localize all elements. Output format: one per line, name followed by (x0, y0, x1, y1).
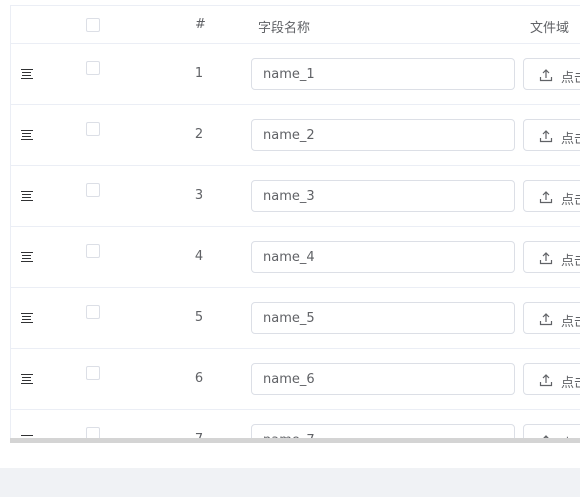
upload-button-label: 点击上传 (561, 376, 580, 391)
row-checkbox[interactable] (86, 183, 100, 197)
row-checkbox[interactable] (86, 244, 100, 258)
drag-handle-icon[interactable] (21, 313, 33, 323)
select-all-checkbox[interactable] (86, 18, 100, 32)
upload-button[interactable]: 点击上传 (523, 58, 580, 90)
field-name-input[interactable] (251, 58, 515, 90)
content-panel: # 字段名称 文件域 1 点击上传 2 点击上传 3 点击上传 4 点击上传 5 点击上传 6 点击上… (0, 0, 580, 468)
row-index: 4 (194, 249, 204, 264)
header-index: # (195, 17, 206, 32)
field-name-input[interactable] (251, 363, 515, 395)
table-row: 5 点击上传 (11, 288, 580, 349)
field-name-input[interactable] (251, 180, 515, 212)
upload-button-label: 点击上传 (561, 71, 580, 86)
upload-button[interactable]: 点击上传 (523, 424, 580, 439)
table-row: 2 点击上传 (11, 105, 580, 166)
row-checkbox[interactable] (86, 61, 100, 75)
table-row: 1 点击上传 (11, 44, 580, 105)
upload-button[interactable]: 点击上传 (523, 119, 580, 151)
drag-handle-icon[interactable] (21, 191, 33, 201)
horizontal-scrollbar[interactable] (10, 438, 580, 443)
field-name-input[interactable] (251, 119, 515, 151)
row-index: 6 (194, 371, 204, 386)
upload-button[interactable]: 点击上传 (523, 363, 580, 395)
row-checkbox[interactable] (86, 305, 100, 319)
upload-button[interactable]: 点击上传 (523, 302, 580, 334)
upload-button[interactable]: 点击上传 (523, 241, 580, 273)
table-row: 6 点击上传 (11, 349, 580, 410)
table-row: 3 点击上传 (11, 166, 580, 227)
field-name-input[interactable] (251, 424, 515, 439)
table-row: 7点击上传 (11, 410, 580, 439)
upload-icon (539, 69, 553, 82)
field-name-input[interactable] (251, 241, 515, 273)
table-header: # 字段名称 文件域 (11, 6, 580, 44)
row-index: 2 (194, 127, 204, 142)
row-index: 3 (194, 188, 204, 203)
drag-handle-icon[interactable] (21, 374, 33, 384)
upload-icon (539, 191, 553, 204)
fields-table: # 字段名称 文件域 1 点击上传 2 点击上传 3 点击上传 4 点击上传 5 点击上传 6 点击上… (10, 5, 580, 439)
drag-handle-icon[interactable] (21, 69, 33, 79)
upload-button-label: 点击上传 (561, 254, 580, 269)
field-name-input[interactable] (251, 302, 515, 334)
upload-button-label: 点击上传 (561, 132, 580, 147)
upload-icon (539, 313, 553, 326)
header-field-name: 字段名称 (258, 21, 311, 36)
upload-icon (539, 130, 553, 143)
upload-button-label: 点击上传 (561, 193, 580, 208)
upload-icon (539, 252, 553, 265)
row-checkbox[interactable] (86, 122, 100, 136)
row-index: 5 (194, 310, 204, 325)
upload-icon (539, 374, 553, 387)
row-checkbox[interactable] (86, 366, 100, 380)
row-index: 1 (194, 66, 204, 81)
drag-handle-icon[interactable] (21, 130, 33, 140)
header-file-field: 文件域 (530, 21, 570, 36)
upload-button[interactable]: 点击上传 (523, 180, 580, 212)
drag-handle-icon[interactable] (21, 252, 33, 262)
table-row: 4 点击上传 (11, 227, 580, 288)
upload-button-label: 点击上传 (561, 315, 580, 330)
